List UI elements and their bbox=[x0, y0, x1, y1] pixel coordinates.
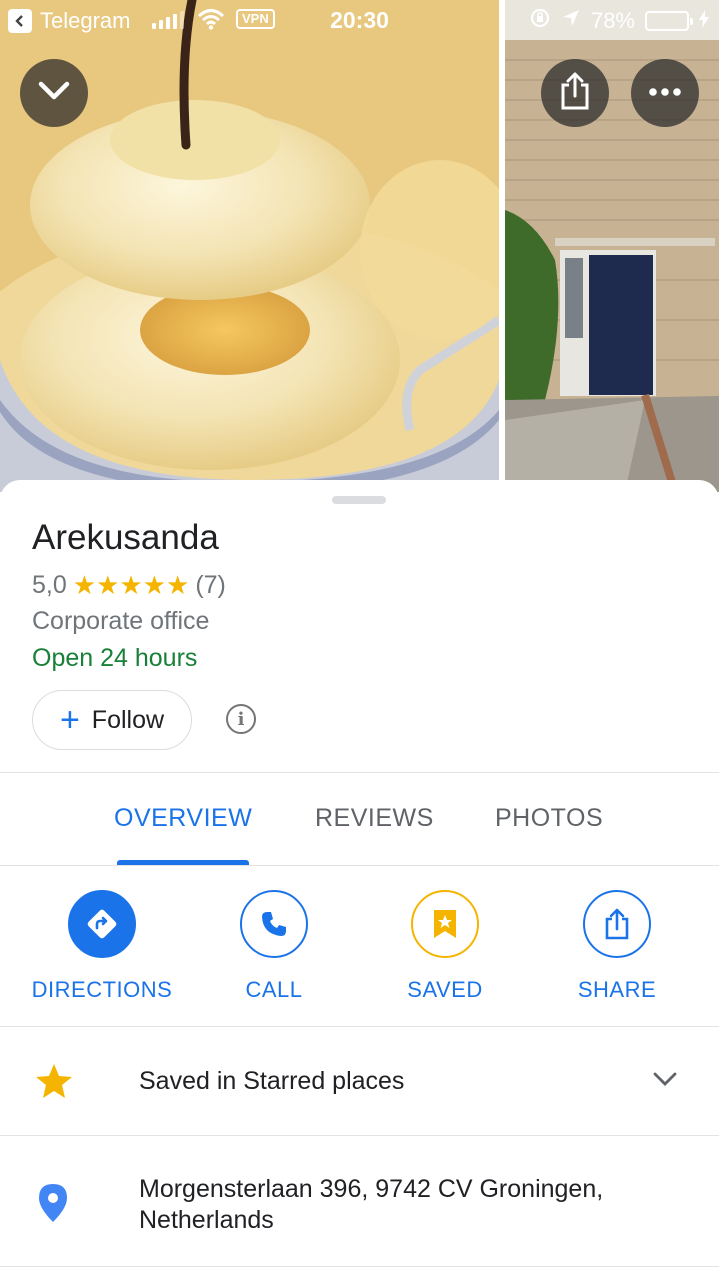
place-title: Arekusanda bbox=[32, 518, 219, 557]
divider bbox=[0, 1266, 719, 1267]
tab-overview[interactable]: OVERVIEW bbox=[114, 804, 252, 833]
opening-hours[interactable]: Open 24 hours bbox=[32, 644, 197, 673]
divider bbox=[0, 772, 719, 773]
collapse-button[interactable] bbox=[20, 59, 88, 127]
info-icon[interactable]: i bbox=[226, 704, 256, 734]
follow-button[interactable]: + Follow bbox=[32, 690, 192, 750]
location-pin-icon bbox=[38, 1183, 68, 1223]
battery-icon bbox=[645, 11, 693, 31]
place-category: Corporate office bbox=[32, 607, 210, 635]
rating-value: 5,0 bbox=[32, 571, 67, 599]
bookmark-star-icon bbox=[411, 890, 479, 958]
address-text[interactable]: Morgensterlaan 396, 9742 CV Groningen, N… bbox=[139, 1174, 603, 1236]
chevron-down-icon bbox=[36, 79, 72, 108]
more-horiz-icon bbox=[648, 84, 682, 102]
tab-reviews[interactable]: REVIEWS bbox=[315, 804, 434, 833]
star-icon bbox=[35, 1063, 73, 1099]
call-label: CALL bbox=[245, 977, 303, 1002]
status-bar: Telegram VPN 20:30 78% bbox=[0, 0, 719, 40]
location-arrow-icon bbox=[561, 8, 581, 34]
review-count[interactable]: (7) bbox=[195, 571, 226, 600]
saved-list-text: Saved in Starred places bbox=[139, 1067, 405, 1095]
directions-button[interactable]: DIRECTIONS bbox=[17, 890, 187, 1010]
share-icon bbox=[558, 71, 592, 116]
drag-handle[interactable] bbox=[332, 496, 386, 504]
photo-carousel[interactable]: Telegram VPN 20:30 78% bbox=[0, 0, 719, 492]
phone-icon bbox=[240, 890, 308, 958]
saved-label: SAVED bbox=[407, 977, 483, 1002]
orientation-lock-icon bbox=[529, 7, 551, 35]
address-line-1: Morgensterlaan 396, 9742 CV Groningen, bbox=[139, 1175, 604, 1203]
place-sheet[interactable]: Arekusanda 5,0 ★★★★★ (7) Corporate offic… bbox=[0, 480, 719, 1280]
chevron-down-icon[interactable] bbox=[652, 1071, 678, 1087]
rating-stars: ★★★★★ bbox=[72, 570, 190, 600]
share-icon bbox=[583, 890, 651, 958]
rating-row[interactable]: 5,0 ★★★★★ (7) bbox=[32, 570, 226, 601]
saved-list-row[interactable]: Saved in Starred places bbox=[0, 1027, 719, 1135]
saved-button[interactable]: SAVED bbox=[360, 890, 530, 1010]
call-button[interactable]: CALL bbox=[189, 890, 359, 1010]
plus-icon: + bbox=[59, 701, 80, 739]
address-line-2: Netherlands bbox=[139, 1206, 274, 1234]
battery-percent: 78% bbox=[590, 8, 635, 33]
follow-label: Follow bbox=[91, 705, 165, 734]
tab-photos[interactable]: PHOTOS bbox=[495, 804, 603, 833]
share-button-top[interactable] bbox=[541, 59, 609, 127]
address-row[interactable]: Morgensterlaan 396, 9742 CV Groningen, N… bbox=[0, 1136, 719, 1266]
share-button[interactable]: SHARE bbox=[532, 890, 702, 1010]
share-label: SHARE bbox=[577, 977, 657, 1002]
directions-label: DIRECTIONS bbox=[31, 977, 173, 1002]
more-options-button[interactable] bbox=[631, 59, 699, 127]
directions-icon bbox=[68, 890, 136, 958]
divider bbox=[0, 865, 719, 866]
charging-bolt-icon bbox=[699, 8, 709, 34]
